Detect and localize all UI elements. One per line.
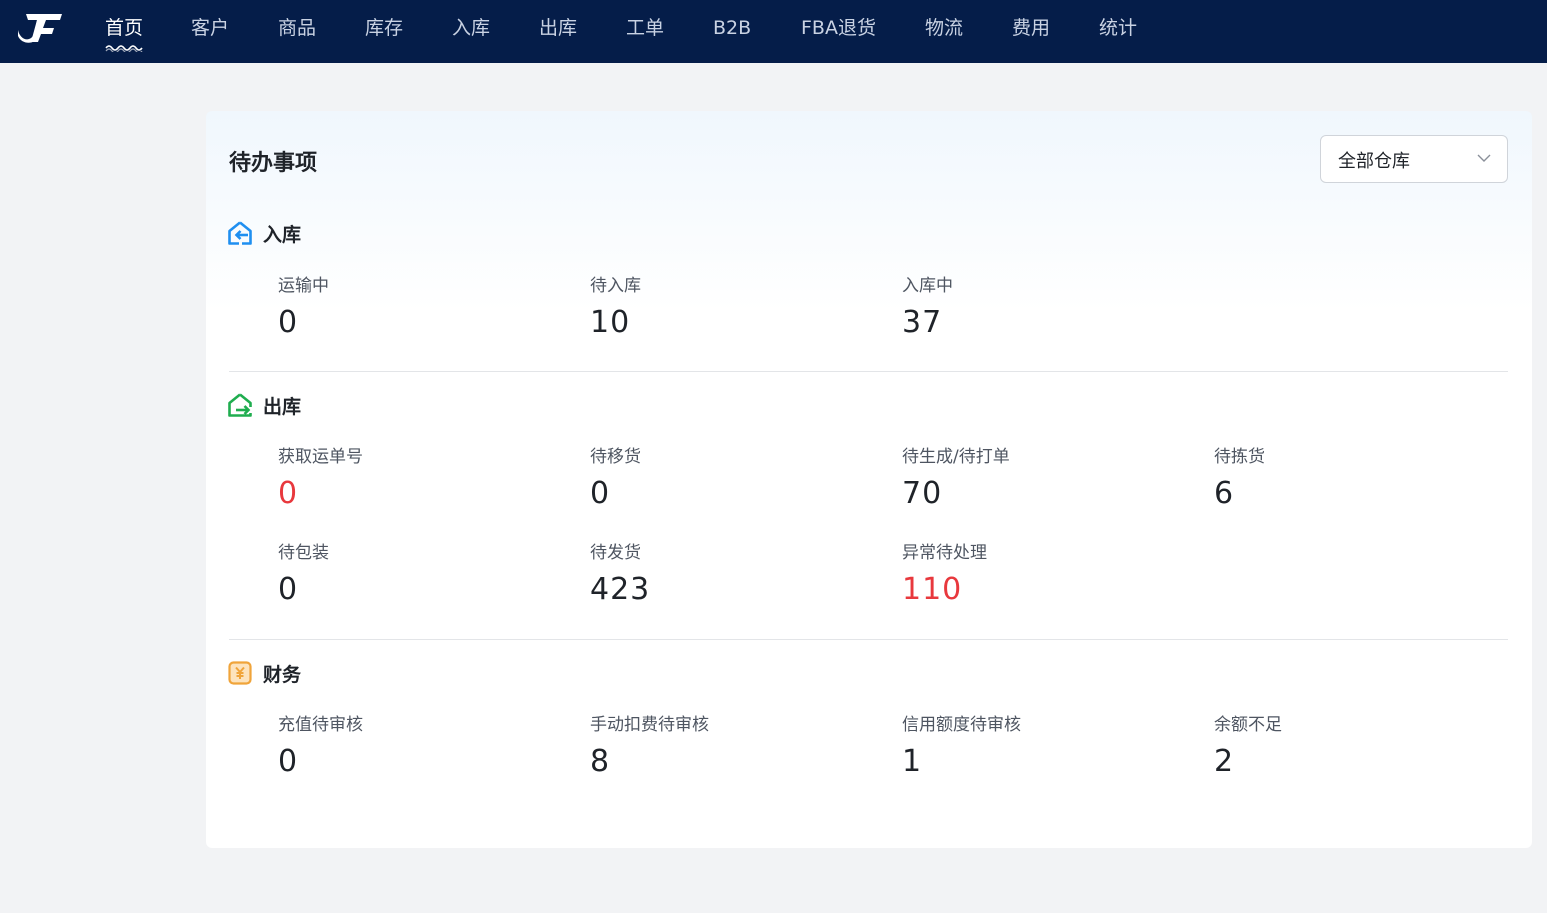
warehouse-select-value: 全部仓库 — [1338, 151, 1410, 172]
stat-label: 异常待处理 — [902, 543, 987, 563]
section-outbound-header: 出库 — [228, 391, 428, 419]
stat-label: 余额不足 — [1214, 715, 1282, 735]
yen-icon — [228, 661, 252, 685]
brand-logo[interactable] — [16, 12, 64, 44]
stat-label: 待发货 — [590, 543, 641, 563]
warehouse-select[interactable]: 全部仓库 — [1320, 135, 1508, 183]
stat-value[interactable]: 110 — [902, 572, 962, 607]
section-finance-title: 财务 — [263, 664, 302, 686]
inbound-icon — [228, 221, 252, 245]
stat-value[interactable]: 0 — [278, 572, 298, 607]
nav-item-label: 客户 — [191, 17, 230, 39]
nav-item-label: 费用 — [1012, 17, 1051, 39]
stat-label: 待包装 — [278, 543, 329, 563]
stat-label: 信用额度待审核 — [902, 715, 1021, 735]
nav-item-label: 商品 — [278, 17, 317, 39]
stat-label: 待移货 — [590, 447, 641, 467]
nav-item-statistics[interactable]: 统计 — [1099, 0, 1137, 63]
stat-value[interactable]: 423 — [590, 572, 650, 607]
stat-label: 待入库 — [590, 276, 641, 296]
nav-item-label: 入库 — [452, 17, 491, 39]
nav-item-customers[interactable]: 客户 — [191, 0, 229, 63]
stat-value[interactable]: 2 — [1214, 744, 1234, 779]
nav-item-label: 工单 — [626, 17, 665, 39]
stat-value[interactable]: 37 — [902, 305, 942, 340]
section-divider — [229, 639, 1508, 640]
stat-label: 运输中 — [278, 276, 329, 296]
chevron-down-icon — [1477, 154, 1491, 162]
stat-label: 待拣货 — [1214, 447, 1265, 467]
nav-item-fees[interactable]: 费用 — [1012, 0, 1050, 63]
section-outbound-title: 出库 — [263, 396, 302, 418]
stat-label: 入库中 — [902, 276, 953, 296]
nav-item-products[interactable]: 商品 — [278, 0, 316, 63]
stat-label: 获取运单号 — [278, 447, 363, 467]
stat-value[interactable]: 0 — [278, 305, 298, 340]
nav-item-home[interactable]: 首页 — [105, 0, 143, 63]
nav-item-inbound[interactable]: 入库 — [452, 0, 490, 63]
stat-value[interactable]: 8 — [590, 744, 610, 779]
nav-item-label: 统计 — [1099, 17, 1138, 39]
section-inbound-header: 入库 — [228, 219, 428, 247]
nav-item-label: FBA退货 — [801, 17, 876, 39]
nav-item-label: 物流 — [925, 17, 964, 39]
nav-item-b2b[interactable]: B2B — [713, 0, 751, 63]
nav-item-label: B2B — [713, 17, 752, 39]
stat-value[interactable]: 6 — [1214, 476, 1234, 511]
stat-value[interactable]: 1 — [902, 744, 922, 779]
stat-value[interactable]: 0 — [278, 476, 298, 511]
nav-item-label: 出库 — [539, 17, 578, 39]
nav-item-label: 库存 — [365, 17, 404, 39]
section-divider — [229, 371, 1508, 372]
stat-label: 充值待审核 — [278, 715, 363, 735]
nav-item-fba-returns[interactable]: FBA退货 — [801, 0, 876, 63]
card-title: 待办事项 — [229, 151, 318, 176]
stat-value[interactable]: 70 — [902, 476, 942, 511]
outbound-icon — [228, 393, 252, 417]
section-inbound-title: 入库 — [263, 224, 302, 246]
nav-item-work-orders[interactable]: 工单 — [626, 0, 664, 63]
nav-item-outbound[interactable]: 出库 — [539, 0, 577, 63]
todo-card: 待办事项 全部仓库 入库 运输中 0 待入库 10 入库中 37 出库 获取运单… — [206, 111, 1532, 848]
top-navigation-bar: 首页 客户 商品 库存 入库 出库 工单 B2B FBA退货 物流 费用 统计 — [0, 0, 1547, 63]
stat-value[interactable]: 0 — [590, 476, 610, 511]
stat-label: 待生成/待打单 — [902, 447, 1010, 467]
nav-item-inventory[interactable]: 库存 — [365, 0, 403, 63]
section-finance-header: 财务 — [228, 659, 428, 687]
stat-value[interactable]: 10 — [590, 305, 630, 340]
stat-value[interactable]: 0 — [278, 744, 298, 779]
nav-item-label: 首页 — [105, 17, 144, 39]
active-wave-indicator — [105, 45, 143, 52]
nav-item-logistics[interactable]: 物流 — [925, 0, 963, 63]
stat-label: 手动扣费待审核 — [590, 715, 709, 735]
